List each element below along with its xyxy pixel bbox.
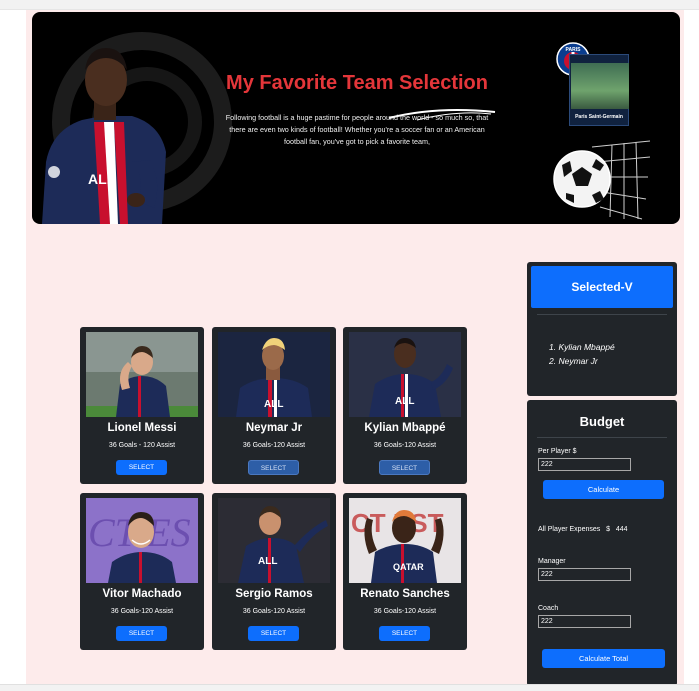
player-stats: 36 Goals-120 Assist [373, 442, 437, 449]
selected-panel: Selected-V 1. Kylian Mbappé 2. Neymar Jr [527, 262, 677, 396]
player-photo: CT ES [86, 498, 198, 583]
left-margin [0, 10, 26, 691]
player-photo: ALL [218, 498, 330, 583]
manager-input[interactable]: 222 [538, 568, 631, 581]
right-margin [684, 10, 699, 691]
expenses-value: 444 [615, 526, 628, 533]
player-stats: 36 Goals-120 Assist [373, 608, 437, 615]
svg-text:ALL: ALL [258, 556, 277, 567]
player-card: ALL Sergio Ramos 36 Goals-120 Assist SEL… [212, 493, 336, 650]
calculate-button[interactable]: Calculate [543, 480, 664, 499]
select-button[interactable]: SELECT [116, 460, 167, 475]
page: ALL My Favorite Team Selection Following… [0, 0, 699, 691]
select-button[interactable]: SELECT [116, 626, 167, 641]
calculate-total-button[interactable]: Calculate Total [542, 649, 665, 668]
player-name: Renato Sanches [360, 588, 450, 600]
selected-player-name: Kylian Mbappé [558, 342, 615, 352]
player-name: Kylian Mbappé [364, 422, 446, 434]
player-photo: ALL [349, 332, 461, 417]
player-stats: 36 Goals-120 Assist [242, 442, 306, 449]
budget-panel: Budget Per Player $ 222 Calculate All Pl… [527, 400, 677, 686]
manager-label: Manager [538, 558, 566, 565]
coach-label: Coach [538, 605, 559, 612]
browser-top-edge [0, 0, 699, 10]
player-name: Sergio Ramos [235, 588, 313, 600]
expenses-currency: $ [606, 526, 611, 533]
selected-panel-title: Selected-V [531, 266, 673, 308]
player-card: Lionel Messi 36 Goals - 120 Assist SELEC… [80, 327, 204, 484]
psg-crest-text: PARIS [566, 47, 582, 53]
player-stats: 36 Goals-120 Assist [110, 608, 174, 615]
divider [537, 437, 667, 438]
psg-card-label: Paris Saint-Germain [575, 114, 623, 120]
player-card: CT ES Vitor Machado 36 Goals-120 Assist … [80, 493, 204, 650]
budget-title: Budget [579, 414, 625, 429]
player-stats: 36 Goals - 120 Assist [108, 442, 176, 449]
selected-player-name: Neymar Jr [558, 356, 598, 366]
player-card: CT EST QATAR Renato Sanches 36 Goals-120… [343, 493, 467, 650]
banner-description: Following football is a huge pastime for… [225, 113, 489, 146]
player-stats: 36 Goals-120 Assist [242, 608, 306, 615]
svg-text:QATAR: QATAR [393, 562, 424, 572]
player-card: ALL Kylian Mbappé 36 Goals-120 Assist SE… [343, 327, 467, 484]
player-card: ALL Neymar Jr 36 Goals-120 Assist SELECT [212, 327, 336, 484]
player-expenses: All Player Expenses $ 444 [538, 526, 628, 533]
player-photo [86, 332, 198, 417]
selected-player-item: 1. Kylian Mbappé [549, 342, 615, 352]
divider [537, 314, 667, 315]
hero-player-image: ALL [42, 48, 166, 224]
selected-player-item: 2. Neymar Jr [549, 356, 598, 366]
hero-banner: ALL My Favorite Team Selection Following… [32, 12, 680, 224]
player-name: Lionel Messi [107, 422, 177, 434]
svg-text:ALL: ALL [395, 396, 414, 407]
player-name: Vitor Machado [102, 588, 182, 600]
coach-input[interactable]: 222 [538, 615, 631, 628]
banner-title: My Favorite Team Selection [226, 72, 488, 94]
svg-text:ALL: ALL [88, 171, 116, 187]
select-button[interactable]: SELECT [248, 626, 299, 641]
browser-bottom-edge [0, 684, 699, 691]
per-player-input[interactable]: 222 [538, 458, 631, 471]
svg-text:ALL: ALL [264, 399, 283, 410]
psg-card-image: Paris Saint-Germain [569, 54, 629, 126]
soccer-ball-icon [553, 140, 651, 220]
select-button[interactable]: SELECT [379, 626, 430, 641]
psg-card-photo [571, 63, 629, 109]
select-button[interactable]: SELECT [379, 460, 430, 475]
player-photo: CT EST QATAR [349, 498, 461, 583]
per-player-label: Per Player $ [538, 448, 577, 455]
select-button[interactable]: SELECT [248, 460, 299, 475]
player-photo: ALL [218, 332, 330, 417]
expenses-label: All Player Expenses [538, 526, 601, 533]
player-name: Neymar Jr [245, 422, 303, 434]
selected-players-list: 1. Kylian Mbappé 2. Neymar Jr [549, 340, 615, 368]
